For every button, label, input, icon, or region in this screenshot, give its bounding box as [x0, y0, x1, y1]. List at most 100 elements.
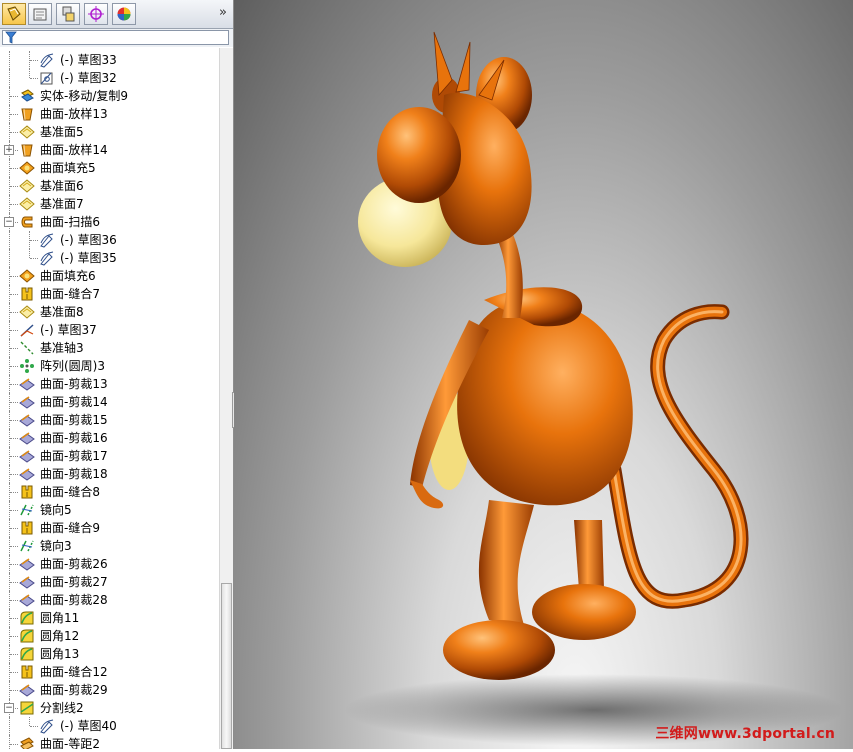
tree-item-label: (-) 草图32 — [60, 71, 117, 85]
tree-connector-line — [10, 420, 18, 421]
tree-connector-line — [29, 717, 30, 726]
knit-surface-icon — [19, 484, 35, 500]
collapse-toggle-icon[interactable]: − — [4, 703, 14, 713]
feature-tree: (-) 草图33 (-) 草图32 实体-移动/复制9 曲面-放样13 基准面5 + 曲面-… — [0, 48, 219, 749]
tree-item-label: 曲面-剪裁13 — [40, 377, 108, 391]
tree-item[interactable]: − 曲面-扫描6 — [0, 213, 219, 231]
tree-item[interactable]: 基准面8 — [0, 303, 219, 321]
tree-item[interactable]: 曲面-放样13 — [0, 105, 219, 123]
feature-tree-icon — [7, 6, 21, 21]
tree-item[interactable]: (-) 草图33 — [0, 51, 219, 69]
tree-connector-line — [30, 726, 38, 727]
split-line-icon — [19, 700, 35, 716]
tree-item[interactable]: (-) 草图40 — [0, 717, 219, 735]
tree-connector-line — [9, 249, 10, 267]
tree-item[interactable]: 曲面-缝合7 — [0, 285, 219, 303]
tree-connector-line — [10, 456, 18, 457]
tree-connector-line — [10, 312, 18, 313]
tree-connector-line — [10, 204, 18, 205]
tree-item[interactable]: 曲面-剪裁13 — [0, 375, 219, 393]
sketch-icon — [39, 718, 55, 734]
circular-pattern-icon — [19, 358, 35, 374]
tree-item[interactable]: 曲面-剪裁16 — [0, 429, 219, 447]
more-tabs-chevron-icon[interactable]: » — [219, 5, 227, 20]
tree-item-label: 圆角11 — [40, 611, 80, 625]
tree-item[interactable]: (-) 草图32 — [0, 69, 219, 87]
tree-connector-line — [9, 231, 10, 249]
tree-item[interactable]: 曲面-剪裁15 — [0, 411, 219, 429]
tree-item[interactable]: 曲面-剪裁26 — [0, 555, 219, 573]
tree-item[interactable]: 曲面-剪裁28 — [0, 591, 219, 609]
tree-connector-line — [10, 96, 18, 97]
tree-item[interactable]: 曲面填充5 — [0, 159, 219, 177]
tree-item[interactable]: 圆角12 — [0, 627, 219, 645]
knit-surface-icon — [19, 286, 35, 302]
tree-item-label: 曲面填充6 — [40, 269, 96, 283]
loft-surface-icon — [19, 142, 35, 158]
tree-item[interactable]: 圆角11 — [0, 609, 219, 627]
tree-item-label: (-) 草图40 — [60, 719, 117, 733]
tree-item[interactable]: 曲面-缝合8 — [0, 483, 219, 501]
tree-item-label: 圆角12 — [40, 629, 80, 643]
fillet-icon — [19, 628, 35, 644]
tree-item-label: 曲面-剪裁26 — [40, 557, 108, 571]
tree-item-label: 曲面-缝合8 — [40, 485, 100, 499]
tree-item-label: 曲面-等距2 — [40, 737, 100, 749]
tree-item[interactable]: 曲面-缝合9 — [0, 519, 219, 537]
tree-item-label: 曲面-剪裁14 — [40, 395, 108, 409]
tree-item-label: 曲面填充5 — [40, 161, 96, 175]
tree-item[interactable]: 基准面5 — [0, 123, 219, 141]
scrollbar-thumb[interactable] — [221, 583, 232, 749]
tree-item-label: 阵列(圆周)3 — [40, 359, 105, 373]
tree-item[interactable]: 圆角13 — [0, 645, 219, 663]
plane-icon — [19, 304, 35, 320]
tree-connector-line — [10, 636, 18, 637]
tree-item[interactable]: 曲面-剪裁18 — [0, 465, 219, 483]
sweep-surface-icon — [19, 214, 35, 230]
tab-property-manager[interactable] — [28, 3, 52, 25]
fillet-icon — [19, 646, 35, 662]
tree-item[interactable]: − 分割线2 — [0, 699, 219, 717]
tree-item[interactable]: 曲面-等距2 — [0, 735, 219, 749]
trim-surface-icon — [19, 412, 35, 428]
expand-toggle-icon[interactable]: + — [4, 145, 14, 155]
tree-item[interactable]: 基准面7 — [0, 195, 219, 213]
tree-item[interactable]: (-) 草图37 — [0, 321, 219, 339]
tree-item[interactable]: 曲面-缝合12 — [0, 663, 219, 681]
tab-configuration-manager[interactable] — [56, 3, 80, 25]
tree-item[interactable]: + 曲面-放样14 — [0, 141, 219, 159]
tree-item[interactable]: 曲面-剪裁27 — [0, 573, 219, 591]
tab-feature-manager[interactable] — [2, 3, 26, 25]
tree-connector-line — [9, 51, 10, 69]
trim-surface-icon — [19, 448, 35, 464]
tree-item[interactable]: 基准面6 — [0, 177, 219, 195]
tree-item[interactable]: 基准轴3 — [0, 339, 219, 357]
tree-item[interactable]: 实体-移动/复制9 — [0, 87, 219, 105]
tree-item[interactable]: (-) 草图35 — [0, 249, 219, 267]
tree-item-label: 曲面-缝合9 — [40, 521, 100, 535]
tree-filter-input[interactable] — [2, 30, 229, 45]
fillet-icon — [19, 610, 35, 626]
tree-item[interactable]: 镜向5 — [0, 501, 219, 519]
tree-item-label: 曲面-缝合12 — [40, 665, 108, 679]
tree-item[interactable]: 镜向3 — [0, 537, 219, 555]
tree-item[interactable]: 曲面-剪裁29 — [0, 681, 219, 699]
tree-item[interactable]: 阵列(圆周)3 — [0, 357, 219, 375]
tree-item[interactable]: 曲面填充6 — [0, 267, 219, 285]
sketch-point-icon — [39, 70, 55, 86]
graphics-viewport[interactable]: 三维网www.3dportal.cn — [234, 0, 853, 749]
tab-display-manager[interactable] — [112, 3, 136, 25]
tab-dimxpert-manager[interactable] — [84, 3, 108, 25]
tree-item-label: 曲面-剪裁18 — [40, 467, 108, 481]
tree-item-label: 曲面-剪裁29 — [40, 683, 108, 697]
tree-item[interactable]: 曲面-剪裁14 — [0, 393, 219, 411]
tree-connector-line — [9, 69, 10, 87]
trim-surface-icon — [19, 430, 35, 446]
tree-item-label: 镜向3 — [40, 539, 72, 553]
collapse-toggle-icon[interactable]: − — [4, 217, 14, 227]
tree-item-label: 镜向5 — [40, 503, 72, 517]
tree-item-label: 基准面8 — [40, 305, 84, 319]
tree-item[interactable]: 曲面-剪裁17 — [0, 447, 219, 465]
tree-connector-line — [29, 69, 30, 78]
tree-item[interactable]: (-) 草图36 — [0, 231, 219, 249]
